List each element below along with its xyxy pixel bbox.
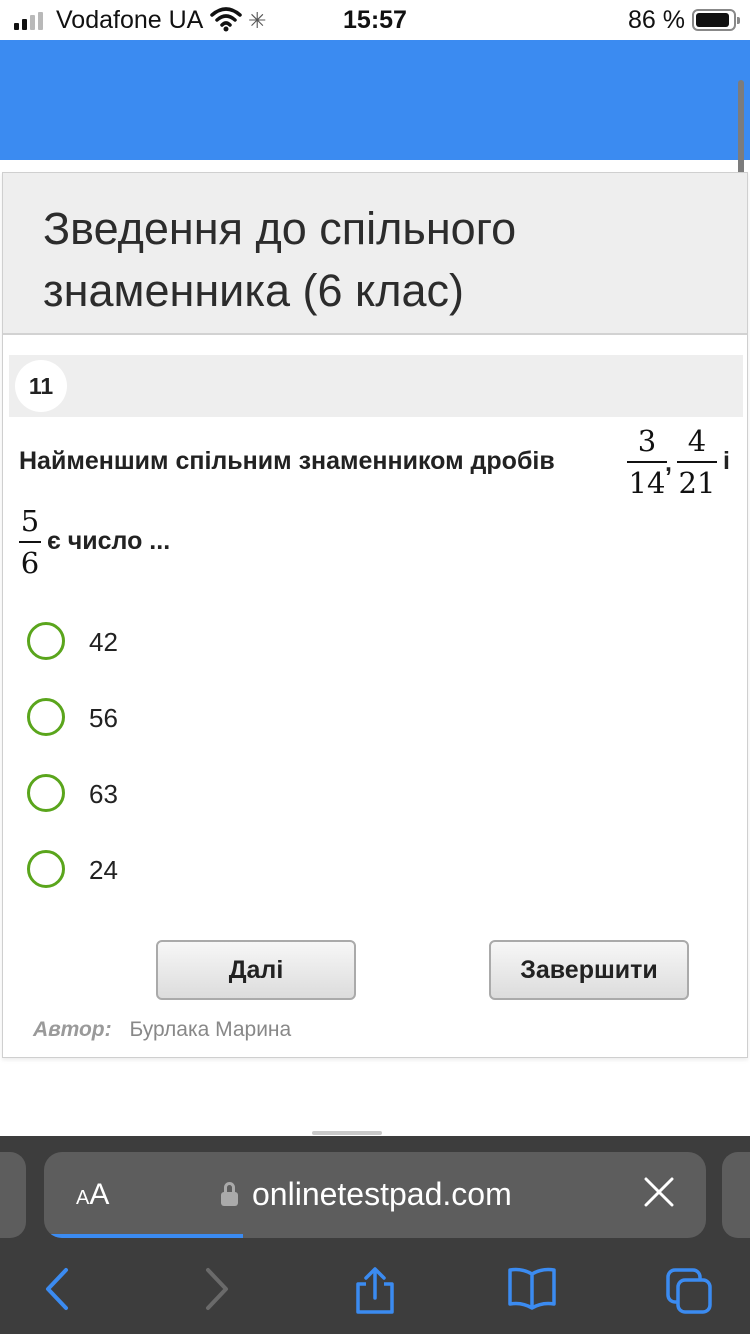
question-suffix: є число ...	[47, 527, 171, 555]
radio-button[interactable]	[27, 774, 65, 812]
sheet-grabber[interactable]	[312, 1131, 382, 1135]
reader-settings-button[interactable]: AA	[76, 1178, 109, 1212]
radio-button[interactable]	[27, 622, 65, 660]
answer-option-label[interactable]: 63	[89, 779, 118, 810]
test-card: Зведення до спільного знаменника (6 клас…	[2, 172, 748, 1058]
radio-button[interactable]	[27, 850, 65, 888]
fraction-numerator: 3	[637, 424, 657, 458]
finish-button[interactable]: Завершити	[489, 940, 689, 1000]
test-title: Зведення до спільного знаменника (6 клас…	[43, 203, 517, 316]
answer-option-label[interactable]: 42	[89, 627, 118, 658]
answer-option[interactable]: 42	[27, 619, 427, 663]
fraction-denominator: 21	[678, 466, 716, 500]
next-button[interactable]: Далі	[156, 940, 356, 1000]
author-line: Автор: Бурлака Марина	[33, 1018, 291, 1042]
browser-toolbar: AA onlinetestpad.com	[0, 1136, 750, 1334]
fraction-numerator: 5	[20, 504, 40, 538]
site-header-banner	[0, 40, 750, 160]
conjunction: і	[723, 447, 730, 475]
book-icon[interactable]	[506, 1266, 558, 1310]
test-header: Зведення до спільного знаменника (6 клас…	[3, 173, 747, 335]
fraction-4-21: 4 21	[677, 423, 717, 501]
answer-option[interactable]: 63	[27, 771, 427, 815]
author-label: Автор:	[33, 1018, 112, 1041]
author-name: Бурлака Марина	[129, 1018, 292, 1041]
fraction-denominator: 14	[628, 466, 666, 500]
question-line-1: Найменшим спільним знаменником дробів 3 …	[19, 423, 739, 503]
fraction-numerator: 4	[687, 424, 707, 458]
battery-percentage: 86 %	[628, 6, 685, 34]
answer-option[interactable]: 56	[27, 695, 427, 739]
answer-option-label[interactable]: 24	[89, 855, 118, 886]
address-bar[interactable]: AA onlinetestpad.com	[44, 1152, 706, 1238]
question-prefix: Найменшим спільним знаменником дробів	[19, 447, 555, 475]
previous-tab-preview[interactable]	[0, 1152, 26, 1238]
question-number-bar: 11	[9, 355, 743, 417]
radio-button[interactable]	[27, 698, 65, 736]
battery-icon	[692, 9, 740, 31]
fraction-denominator: 6	[20, 546, 40, 580]
close-icon[interactable]	[644, 1174, 674, 1214]
question-number-badge: 11	[15, 360, 67, 412]
share-icon[interactable]	[352, 1266, 398, 1316]
fraction-5-6: 5 6	[19, 503, 41, 581]
url-text[interactable]: onlinetestpad.com	[252, 1176, 512, 1213]
comma: ,	[665, 449, 672, 477]
answer-option[interactable]: 24	[27, 847, 427, 891]
page-load-progress	[44, 1234, 243, 1238]
lock-icon	[221, 1182, 238, 1208]
status-bar: Vodafone UA ✳ 15:57 86 %	[0, 0, 750, 40]
tabs-icon[interactable]	[664, 1266, 714, 1316]
next-tab-preview[interactable]	[722, 1152, 750, 1238]
chevron-right-icon[interactable]	[200, 1266, 234, 1312]
answer-option-label[interactable]: 56	[89, 703, 118, 734]
question-line-2: 5 6 є число ...	[19, 503, 739, 583]
fraction-3-14: 3 14	[627, 423, 667, 501]
chevron-left-icon[interactable]	[40, 1266, 74, 1312]
